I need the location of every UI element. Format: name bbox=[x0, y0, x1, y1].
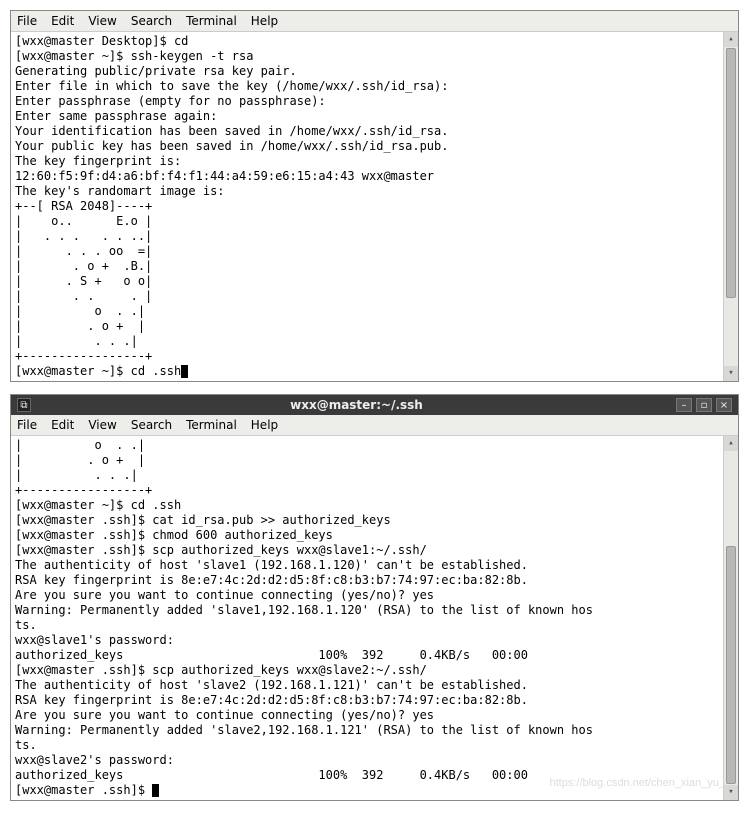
cursor-icon bbox=[152, 784, 159, 797]
terminal-content-1[interactable]: [wxx@master Desktop]$ cd [wxx@master ~]$… bbox=[11, 32, 723, 381]
scroll-thumb[interactable] bbox=[726, 546, 736, 784]
menu-edit[interactable]: Edit bbox=[51, 418, 74, 432]
close-button[interactable]: × bbox=[716, 398, 732, 412]
menu-terminal[interactable]: Terminal bbox=[186, 14, 237, 28]
menu-file[interactable]: File bbox=[17, 418, 37, 432]
terminal-window-2: ⧉ wxx@master:~/.ssh – ▫ × File Edit View… bbox=[10, 394, 739, 801]
scroll-thumb[interactable] bbox=[726, 48, 736, 298]
terminal-window-1: File Edit View Search Terminal Help [wxx… bbox=[10, 10, 739, 382]
menu-file[interactable]: File bbox=[17, 14, 37, 28]
scrollbar-1[interactable]: ▴ ▾ bbox=[723, 32, 738, 381]
maximize-button[interactable]: ▫ bbox=[696, 398, 712, 412]
window-title: wxx@master:~/.ssh bbox=[37, 398, 676, 412]
menu-view[interactable]: View bbox=[88, 14, 116, 28]
cursor-icon bbox=[181, 365, 188, 378]
scroll-up-icon[interactable]: ▴ bbox=[724, 32, 738, 47]
minimize-button[interactable]: – bbox=[676, 398, 692, 412]
menu-help[interactable]: Help bbox=[251, 418, 278, 432]
terminal-content-2[interactable]: | o . .| | . o + | | . . .| +-----------… bbox=[11, 436, 723, 800]
menu-search[interactable]: Search bbox=[131, 14, 172, 28]
titlebar[interactable]: ⧉ wxx@master:~/.ssh – ▫ × bbox=[11, 395, 738, 415]
scrollbar-2[interactable]: ▴ ▾ bbox=[723, 436, 738, 800]
menu-search[interactable]: Search bbox=[131, 418, 172, 432]
menu-help[interactable]: Help bbox=[251, 14, 278, 28]
menubar-2: File Edit View Search Terminal Help bbox=[11, 415, 738, 436]
menubar: File Edit View Search Terminal Help bbox=[11, 11, 738, 32]
menu-edit[interactable]: Edit bbox=[51, 14, 74, 28]
menu-terminal[interactable]: Terminal bbox=[186, 418, 237, 432]
terminal-icon: ⧉ bbox=[17, 398, 31, 412]
scroll-down-icon[interactable]: ▾ bbox=[724, 785, 738, 800]
scroll-down-icon[interactable]: ▾ bbox=[724, 366, 738, 381]
scroll-up-icon[interactable]: ▴ bbox=[724, 436, 738, 451]
menu-view[interactable]: View bbox=[88, 418, 116, 432]
